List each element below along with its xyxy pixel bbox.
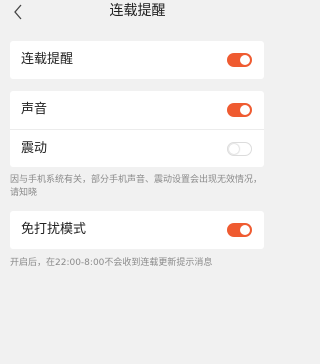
do-not-disturb-note: 开启后，在22:00-8:00不会收到连载更新提示消息 [10, 258, 213, 268]
toggle-knob [240, 105, 250, 115]
serial-reminder-label: 连载提醒 [21, 52, 74, 67]
toggle-knob [240, 225, 250, 235]
sound-toggle[interactable] [227, 103, 252, 117]
do-not-disturb-row: 免打扰模式 [10, 211, 264, 249]
serial-reminder-toggle[interactable] [227, 53, 252, 67]
toggle-knob [240, 55, 250, 65]
page-title: 连载提醒 [109, 3, 166, 19]
serial-reminder-card: 连载提醒 [10, 41, 264, 79]
sound-label: 声音 [21, 102, 48, 117]
sound-row: 声音 [10, 91, 264, 129]
toggle-knob [229, 144, 239, 154]
vibration-label: 震动 [21, 141, 48, 156]
do-not-disturb-card: 免打扰模式 [10, 211, 264, 249]
vibration-row: 震动 [10, 129, 264, 167]
serial-reminder-row: 连载提醒 [10, 41, 264, 79]
top-bar: 连载提醒 [0, 0, 275, 30]
vibration-toggle[interactable] [227, 142, 252, 156]
do-not-disturb-label: 免打扰模式 [21, 222, 87, 237]
do-not-disturb-toggle[interactable] [227, 223, 252, 237]
sound-vibration-card: 声音 震动 [10, 91, 264, 167]
system-dependency-note: 因与手机系统有关，部分手机声音、震动设置会出现无效情况，请知晓 [10, 175, 263, 198]
